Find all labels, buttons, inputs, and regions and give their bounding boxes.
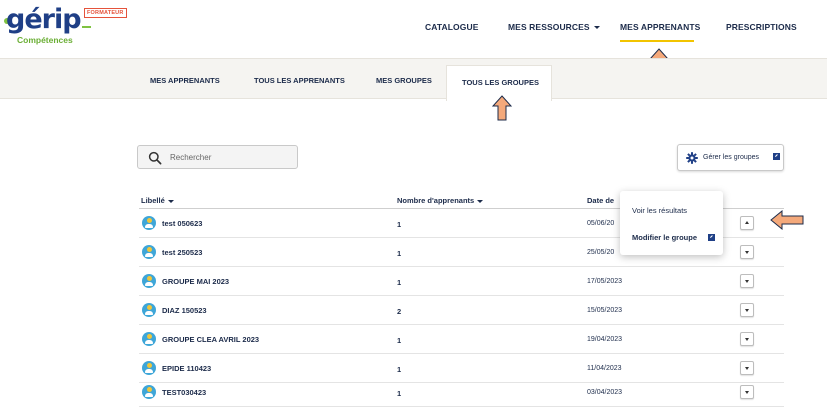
column-header-label: Libellé	[141, 196, 165, 205]
row-actions-toggle[interactable]	[740, 274, 754, 288]
group-date: 17/05/2023	[587, 278, 623, 285]
nav-item-mes-ressources[interactable]: MES RESSOURCES	[508, 22, 600, 32]
tab-label: TOUS LES GROUPES	[462, 78, 539, 87]
group-avatar-icon	[142, 245, 156, 259]
group-avatar-icon	[142, 274, 156, 288]
tab-mes-groupes[interactable]: MES GROUPES	[376, 76, 432, 85]
chevron-down-icon	[745, 280, 749, 283]
chevron-down-icon	[745, 391, 749, 394]
search-input[interactable]	[170, 150, 290, 165]
external-link-icon	[773, 153, 780, 160]
chevron-down-icon	[745, 251, 749, 254]
group-date: 25/05/20	[587, 249, 615, 256]
chevron-down-icon	[745, 338, 749, 341]
role-badge: FORMATEUR	[84, 8, 127, 18]
group-label[interactable]: test 050623	[162, 219, 202, 228]
group-label[interactable]: DIAZ 150523	[162, 306, 207, 315]
learner-count: 1	[397, 336, 402, 345]
nav-item-catalogue[interactable]: CATALOGUE	[425, 22, 478, 32]
chevron-up-icon	[745, 221, 749, 224]
column-header-libelle[interactable]: Libellé	[141, 196, 174, 205]
search-box	[137, 145, 298, 169]
group-avatar-icon	[142, 303, 156, 317]
group-label[interactable]: GROUPE MAI 2023	[162, 277, 229, 286]
group-label[interactable]: test 250523	[162, 248, 202, 257]
group-date: 11/04/2023	[587, 365, 622, 372]
group-date: 05/06/20	[587, 220, 615, 227]
main-nav: CATALOGUE MES RESSOURCES MES APPRENANTS …	[0, 22, 827, 36]
group-avatar-icon	[142, 385, 156, 399]
row-actions-toggle[interactable]	[740, 332, 754, 346]
chevron-down-icon	[745, 309, 749, 312]
search-icon	[148, 151, 162, 165]
nav-item-prescriptions[interactable]: PRESCRIPTIONS	[726, 22, 797, 32]
sort-caret-icon	[167, 199, 174, 203]
top-header: gérip FORMATEUR Compétences CATALOGUE ME…	[0, 0, 827, 58]
nav-item-label: MES RESSOURCES	[508, 22, 590, 32]
sub-nav: MES APPRENANTS TOUS LES APPRENANTS MES G…	[0, 58, 827, 101]
column-header-nombre-apprenants[interactable]: Nombre d'apprenants	[397, 196, 484, 205]
menu-item-voir-resultats[interactable]: Voir les résultats	[632, 206, 687, 215]
sort-caret-icon	[477, 199, 484, 203]
table-row: GROUPE MAI 2023 1 17/05/2023	[139, 267, 784, 296]
table-row: DIAZ 150523 2 15/05/2023	[139, 296, 784, 325]
gear-icon	[686, 152, 698, 164]
external-link-icon	[708, 234, 715, 241]
table-row: GROUPE CLEA AVRIL 2023 1 19/04/2023	[139, 325, 784, 354]
row-actions-toggle[interactable]	[740, 245, 754, 259]
annotation-arrow-left-icon	[770, 210, 804, 230]
row-actions-toggle[interactable]	[740, 385, 754, 399]
row-actions-toggle[interactable]	[740, 361, 754, 375]
learner-count: 1	[397, 220, 402, 229]
group-date: 19/04/2023	[587, 336, 623, 343]
row-actions-menu: Voir les résultats Modifier le groupe	[620, 191, 723, 255]
learner-count: 2	[397, 307, 402, 316]
row-actions-toggle[interactable]	[740, 216, 754, 230]
group-avatar-icon	[142, 361, 156, 375]
group-avatar-icon	[142, 216, 156, 230]
tab-tous-les-apprenants[interactable]: TOUS LES APPRENANTS	[254, 76, 345, 85]
learner-count: 1	[397, 365, 402, 374]
row-actions-toggle[interactable]	[740, 303, 754, 317]
active-nav-underline	[620, 40, 694, 42]
caret-down-icon	[593, 26, 600, 30]
column-header-date[interactable]: Date de	[587, 196, 614, 205]
group-date: 03/04/2023	[587, 389, 623, 396]
learner-count: 1	[397, 389, 402, 398]
menu-item-modifier-groupe[interactable]: Modifier le groupe	[632, 233, 697, 242]
tab-mes-apprenants[interactable]: MES APPRENANTS	[150, 76, 220, 85]
chevron-down-icon	[745, 367, 749, 370]
manage-groups-label: Gérer les groupes	[703, 154, 760, 161]
nav-item-mes-apprenants[interactable]: MES APPRENANTS	[620, 22, 700, 32]
manage-groups-button[interactable]: Gérer les groupes	[677, 144, 784, 171]
brand-subtitle: Compétences	[17, 35, 73, 45]
group-avatar-icon	[142, 332, 156, 346]
learner-count: 1	[397, 278, 402, 287]
column-header-label: Nombre d'apprenants	[397, 196, 475, 205]
table-row: TEST030423 1 03/04/2023	[139, 378, 784, 407]
learner-count: 1	[397, 249, 402, 258]
group-label[interactable]: TEST030423	[162, 388, 206, 397]
annotation-arrow-up-icon	[492, 95, 512, 121]
group-label[interactable]: EPIDE 110423	[162, 364, 211, 373]
group-date: 15/05/2023	[587, 307, 623, 314]
group-label[interactable]: GROUPE CLEA AVRIL 2023	[162, 335, 259, 344]
